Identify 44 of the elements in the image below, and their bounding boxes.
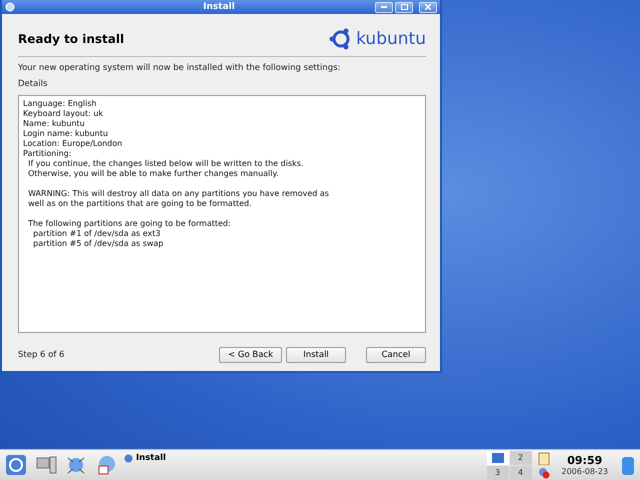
minimize-button[interactable] (375, 2, 393, 12)
clock-time: 09:59 (567, 454, 602, 467)
app-icon (124, 454, 133, 462)
desktop-pager-cell[interactable]: 3 (486, 466, 508, 480)
details-line: Language: English (23, 99, 98, 109)
start-menu-button[interactable] (4, 453, 28, 477)
details-line: Location: Europe/London (23, 139, 124, 149)
taskbar-window-button[interactable]: Install (124, 453, 166, 463)
dialog-button[interactable]: < Go Back (219, 347, 282, 363)
desktop-thumbnail-icon (492, 452, 504, 462)
clipboard-icon[interactable] (538, 452, 550, 464)
logo-text: kubuntu (356, 29, 426, 49)
app-icon (5, 2, 15, 12)
details-line: If you continue, the changes listed below will be written to the disks. (27, 159, 304, 169)
details-text-area[interactable] (18, 95, 426, 333)
desktop-pager-cell[interactable]: 4 (510, 466, 532, 480)
dialog-button[interactable]: Install (286, 347, 346, 363)
details-line: Keyboard layout: uk (23, 109, 104, 119)
clock-date: 2006-08-23 (562, 467, 608, 476)
network-error-icon[interactable] (538, 466, 550, 478)
details-line: partition #1 of /dev/sda as ext3 (32, 229, 162, 239)
close-icon (425, 4, 431, 10)
trash-icon[interactable] (620, 454, 636, 476)
desktop-pager-cell[interactable] (486, 450, 508, 464)
desktop-pager-cell[interactable]: 2 (510, 450, 532, 464)
details-line: WARNING: This will destroy all data on any partitions you have removed as (27, 189, 330, 199)
details-line: partition #5 of /dev/sda as swap (32, 239, 164, 249)
minimize-icon (381, 6, 387, 8)
page-heading: Ready to install (18, 32, 124, 46)
dialog-button[interactable]: Cancel (366, 347, 426, 363)
close-button[interactable] (419, 2, 437, 12)
window-title: Install (202, 2, 236, 12)
clock[interactable]: 09:59 2006-08-23 (562, 454, 608, 476)
step-text: Step 6 of 6 (18, 350, 66, 360)
details-line: Name: kubuntu (23, 119, 86, 129)
details-line: Partitioning: (23, 149, 72, 159)
details-label: Details (18, 79, 48, 89)
details-line: The following partitions are going to be formatted: (27, 219, 232, 229)
details-line: well as on the partitions that are going to be formatted. (27, 199, 253, 209)
details-line: Otherwise, you will be able to make further changes manually. (27, 169, 280, 179)
details-line: Login name: kubuntu (23, 129, 109, 139)
maximize-icon (400, 4, 408, 10)
maximize-button[interactable] (395, 2, 413, 12)
intro-text: Your new operating system will now be installed with the following settings: (18, 63, 342, 73)
